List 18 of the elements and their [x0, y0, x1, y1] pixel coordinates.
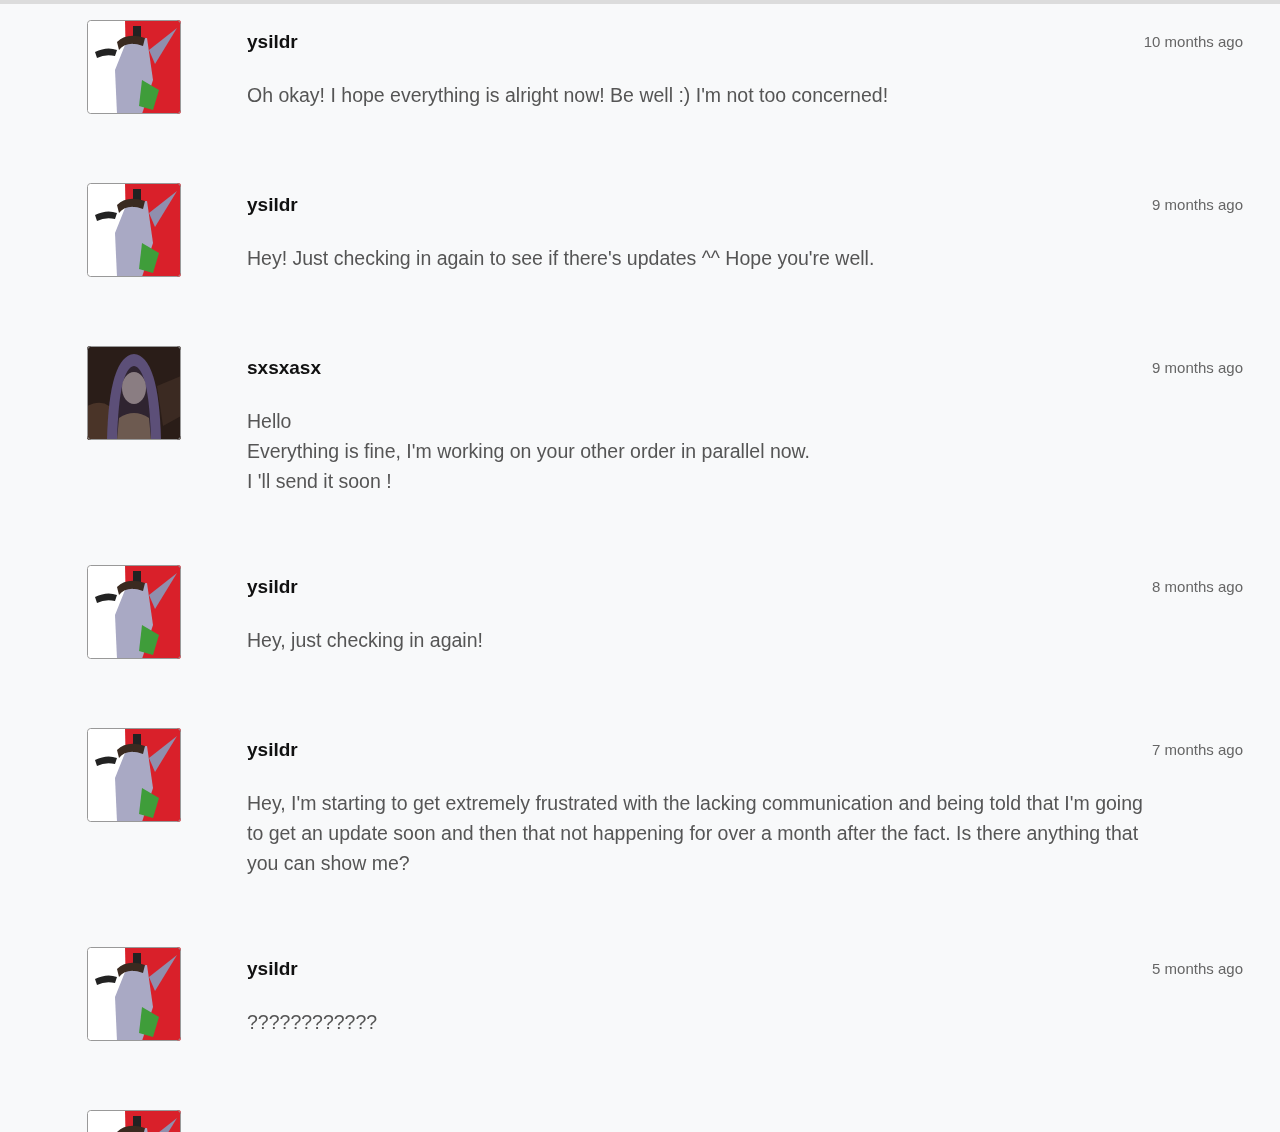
message-text: Hey, I'm starting to get extremely frustrated with the lacking communication and being told that I'm going to get an update soon and then that not happening for over a month after the fact. Is there anything that you can show me? — [247, 791, 1144, 876]
timestamp: 7 months ago — [1152, 740, 1243, 760]
message-text: Hello Everything is fine, I'm working on your other order in parallel now. I 'll send it soon ! — [247, 409, 811, 494]
timestamp: 10 months ago — [1143, 32, 1243, 52]
message-text: Hey! Just checking in again to see if there's updates ^^ Hope you're well. — [247, 246, 876, 271]
username: ysildr — [247, 193, 298, 217]
timestamp: 8 months ago — [1152, 577, 1243, 597]
timestamp: 9 months ago — [1152, 195, 1243, 215]
timestamp: 5 months ago — [1152, 959, 1243, 979]
username: ysildr — [247, 30, 298, 54]
username: ysildr — [247, 738, 298, 762]
message-text: Oh okay! I hope everything is alright now! Be well :) I'm not too concerned! — [247, 83, 890, 108]
username: ysildr — [247, 957, 298, 981]
username: ysildr — [247, 575, 298, 599]
message-text: ???????????? — [247, 1010, 379, 1035]
username: sxsxasx — [247, 356, 321, 380]
message-text: Hey, just checking in again! — [247, 628, 484, 653]
timestamp: 9 months ago — [1152, 358, 1243, 378]
